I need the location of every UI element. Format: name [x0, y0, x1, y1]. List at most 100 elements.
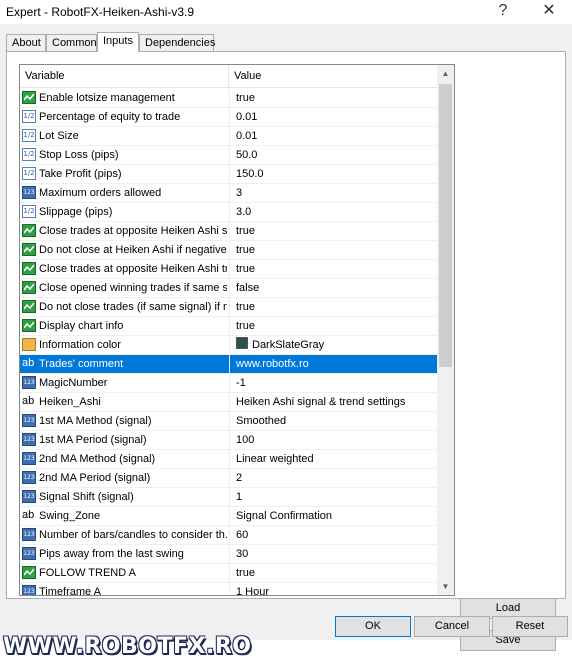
table-row[interactable]: 1/2 Slippage (pips) 3.0: [20, 203, 437, 222]
value-cell[interactable]: Signal Confirmation: [229, 507, 433, 526]
table-row[interactable]: 123 MagicNumber -1: [20, 374, 437, 393]
tab-inputs[interactable]: Inputs: [97, 32, 139, 52]
value-cell[interactable]: true: [229, 241, 433, 260]
value-cell[interactable]: 1 Hour: [229, 583, 433, 595]
table-row[interactable]: Display chart info true: [20, 317, 437, 336]
value-cell[interactable]: Linear weighted: [229, 450, 433, 469]
table-row[interactable]: ab Trades' comment www.robotfx.ro: [20, 355, 437, 374]
bool-type-icon: [22, 300, 36, 313]
double-type-icon: 1/2: [22, 205, 36, 218]
value-cell[interactable]: true: [229, 89, 433, 108]
value-cell[interactable]: 3.0: [229, 203, 433, 222]
value-cell[interactable]: true: [229, 298, 433, 317]
value-cell[interactable]: Smoothed: [229, 412, 433, 431]
inputs-panel: Variable Value Enable lotsize management…: [6, 51, 566, 651]
variable-cell: Display chart info: [39, 320, 124, 332]
dialog-body: About Common Inputs Dependencies Variabl…: [0, 24, 572, 659]
table-row[interactable]: Close trades at opposite Heiken Ashi tr.…: [20, 260, 437, 279]
value-cell[interactable]: true: [229, 564, 433, 583]
table-row[interactable]: 123 Timeframe A 1 Hour: [20, 583, 437, 596]
help-button[interactable]: ?: [480, 0, 526, 24]
value-cell[interactable]: 100: [229, 431, 433, 450]
integer-type-icon: 123: [22, 376, 36, 389]
tab-about[interactable]: About: [6, 34, 46, 51]
variable-cell: Slippage (pips): [39, 206, 113, 218]
scroll-down-icon[interactable]: ▼: [437, 578, 454, 595]
double-type-icon: 1/2: [22, 167, 36, 180]
value-cell[interactable]: 0.01: [229, 108, 433, 127]
value-cell[interactable]: DarkSlateGray: [229, 336, 433, 355]
table-row[interactable]: Do not close trades (if same signal) if …: [20, 298, 437, 317]
value-cell[interactable]: 60: [229, 526, 433, 545]
string-type-icon: ab: [22, 395, 35, 407]
table-row[interactable]: 1/2 Lot Size 0.01: [20, 127, 437, 146]
scrollbar-thumb[interactable]: [439, 84, 452, 367]
variable-cell: Timeframe A: [39, 586, 101, 596]
double-type-icon: 1/2: [22, 129, 36, 142]
inputs-grid: Variable Value Enable lotsize management…: [19, 64, 455, 596]
value-cell[interactable]: 50.0: [229, 146, 433, 165]
string-type-icon: ab: [22, 357, 35, 369]
bool-type-icon: [22, 319, 36, 332]
ok-button[interactable]: OK: [335, 616, 411, 637]
value-cell[interactable]: Heiken Ashi signal & trend settings: [229, 393, 433, 412]
value-cell[interactable]: 150.0: [229, 165, 433, 184]
value-cell[interactable]: true: [229, 222, 433, 241]
value-cell[interactable]: 3: [229, 184, 433, 203]
scroll-up-icon[interactable]: ▲: [437, 65, 454, 82]
value-cell[interactable]: 1: [229, 488, 433, 507]
table-row[interactable]: 1/2 Percentage of equity to trade 0.01: [20, 108, 437, 127]
table-row[interactable]: Do not close at Heiken Ashi if negative.…: [20, 241, 437, 260]
table-row[interactable]: 1/2 Take Profit (pips) 150.0: [20, 165, 437, 184]
value-cell[interactable]: true: [229, 260, 433, 279]
reset-button[interactable]: Reset: [492, 616, 568, 637]
table-row[interactable]: 123 Number of bars/candles to consider th…: [20, 526, 437, 545]
grid-header: Variable Value: [20, 65, 437, 88]
variable-cell: 1st MA Period (signal): [39, 434, 147, 446]
bool-type-icon: [22, 243, 36, 256]
tab-common[interactable]: Common: [46, 34, 97, 51]
table-row[interactable]: Close trades at opposite Heiken Ashi si.…: [20, 222, 437, 241]
table-row[interactable]: Information color DarkSlateGray: [20, 336, 437, 355]
cancel-button[interactable]: Cancel: [414, 616, 490, 637]
table-row[interactable]: ab Swing_Zone Signal Confirmation: [20, 507, 437, 526]
value-cell[interactable]: 30: [229, 545, 433, 564]
value-cell[interactable]: -1: [229, 374, 433, 393]
table-row[interactable]: 123 1st MA Method (signal) Smoothed: [20, 412, 437, 431]
close-button[interactable]: ✕: [526, 0, 572, 24]
value-cell[interactable]: true: [229, 317, 433, 336]
double-type-icon: 1/2: [22, 110, 36, 123]
table-row[interactable]: 1/2 Stop Loss (pips) 50.0: [20, 146, 437, 165]
tab-dependencies[interactable]: Dependencies: [139, 34, 215, 51]
table-row[interactable]: 123 Maximum orders allowed 3: [20, 184, 437, 203]
variable-cell: 2nd MA Period (signal): [39, 472, 151, 484]
table-row[interactable]: 123 Pips away from the last swing 30: [20, 545, 437, 564]
table-row[interactable]: FOLLOW TREND A true: [20, 564, 437, 583]
variable-cell: Pips away from the last swing: [39, 548, 184, 560]
variable-cell: FOLLOW TREND A: [39, 567, 136, 579]
integer-type-icon: 123: [22, 452, 36, 465]
vertical-scrollbar[interactable]: ▲ ▼: [437, 65, 454, 595]
grid-rows: Enable lotsize management true 1/2 Percenta…: [20, 89, 437, 596]
variable-cell: Percentage of equity to trade: [39, 111, 181, 123]
table-row[interactable]: ab Heiken_Ashi Heiken Ashi signal & trend …: [20, 393, 437, 412]
variable-cell: 2nd MA Method (signal): [39, 453, 156, 465]
window-title: Expert - RobotFX-Heiken-Ashi-v3.9: [6, 5, 195, 19]
value-cell[interactable]: false: [229, 279, 433, 298]
table-row[interactable]: 123 2nd MA Method (signal) Linear weighted: [20, 450, 437, 469]
column-header-variable[interactable]: Variable: [20, 65, 229, 87]
table-row[interactable]: Enable lotsize management true: [20, 89, 437, 108]
table-row[interactable]: 123 2nd MA Period (signal) 2: [20, 469, 437, 488]
table-row[interactable]: 123 Signal Shift (signal) 1: [20, 488, 437, 507]
string-type-icon: ab: [22, 509, 35, 521]
variable-cell: Take Profit (pips): [39, 168, 122, 180]
bool-type-icon: [22, 262, 36, 275]
bool-type-icon: [22, 281, 36, 294]
value-cell[interactable]: 2: [229, 469, 433, 488]
value-cell[interactable]: www.robotfx.ro: [229, 355, 433, 374]
table-row[interactable]: 123 1st MA Period (signal) 100: [20, 431, 437, 450]
column-header-value[interactable]: Value: [229, 65, 437, 87]
value-cell[interactable]: 0.01: [229, 127, 433, 146]
table-row[interactable]: Close opened winning trades if same si..…: [20, 279, 437, 298]
variable-cell: Do not close trades (if same signal) if …: [39, 301, 227, 313]
